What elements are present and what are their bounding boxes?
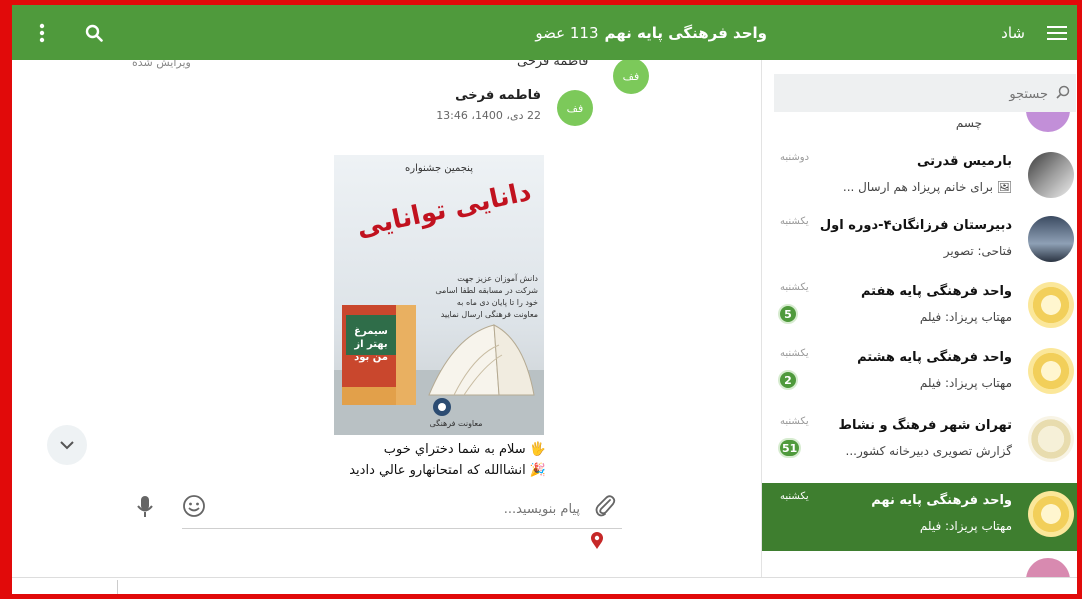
status-strip bbox=[12, 577, 1077, 595]
chat-list-sidebar: چسم بارمیس قدرتی 🖼 برای خانم پریزاد هم ا… bbox=[761, 60, 1078, 577]
message-caption: 🖐 سلام به شما دختراي خوب 🎉 انشاالله که ا… bbox=[349, 439, 546, 481]
scroll-down-button[interactable] bbox=[47, 425, 87, 465]
caption-line: 🖐 سلام به شما دختراي خوب bbox=[383, 442, 546, 457]
poster-image[interactable]: پنجمین جشنواره دانایی توانایی دانش آموزا… bbox=[334, 155, 544, 435]
kebab-menu-icon[interactable] bbox=[22, 5, 62, 60]
chat-day: یکشنبه bbox=[780, 348, 809, 359]
avatar bbox=[1028, 491, 1074, 537]
message-input[interactable] bbox=[218, 496, 582, 522]
chat-title: تهران شهر فرهنگ و نشاط bbox=[838, 418, 1012, 433]
message-timestamp: 22 دی، 1400، 13:46 bbox=[436, 109, 541, 122]
chat-list-item[interactable]: بارمیس قدرتی 🖼 برای خانم پریزاد هم ارسال… bbox=[762, 144, 1078, 208]
hamburger-menu-icon[interactable] bbox=[1037, 5, 1077, 60]
message-header: فاطمه فرخی 22 دی، 1400، 13:46 bbox=[436, 88, 541, 122]
chat-list-item-partial[interactable]: چسم bbox=[762, 112, 1078, 134]
smiley-icon[interactable] bbox=[182, 494, 206, 522]
group-name: واحد فرهنگی پایه نهم bbox=[604, 23, 767, 42]
chat-search-input[interactable] bbox=[796, 82, 1050, 106]
poster-book-title: سیمرغ بهتر از من بود bbox=[354, 326, 388, 363]
chat-title: واحد فرهنگی پایه نهم bbox=[871, 493, 1012, 508]
chat-title: دبیرستان فرزانگان۴-دوره اول bbox=[819, 218, 1012, 233]
chat-day: یکشنبه bbox=[780, 416, 809, 427]
poster-body: دانش آموزان عزیز جهت شرکت در مسابقه لطفا… bbox=[435, 274, 538, 319]
chat-day: دوشنبه bbox=[780, 152, 810, 163]
chat-list-item[interactable]: دبیرستان فرزانگان۴-دوره اول فتاحی: تصویر… bbox=[762, 208, 1078, 272]
chat-preview: فتاحی: تصویر bbox=[943, 244, 1012, 258]
divider bbox=[117, 580, 118, 594]
avatar bbox=[1026, 112, 1070, 132]
sender-name: فاطمه فرخی bbox=[455, 88, 541, 103]
chat-day: یکشنبه bbox=[780, 282, 809, 293]
previous-message: ویرایش شده فاطمه فرخی bbox=[12, 60, 761, 72]
unread-badge: 5 bbox=[778, 304, 798, 324]
app-name: شاد bbox=[1001, 23, 1025, 42]
group-header[interactable]: واحد فرهنگی پایه نهم 113 عضو bbox=[535, 5, 767, 60]
window-edge bbox=[0, 0, 12, 599]
unread-badge: 2 bbox=[778, 370, 798, 390]
chat-title: واحد فرهنگی پایه هفتم bbox=[860, 284, 1012, 299]
avatar bbox=[1026, 558, 1070, 577]
chat-list-item[interactable]: تهران شهر فرهنگ و نشاط گزارش تصویری دبیر… bbox=[762, 408, 1078, 472]
caption-line: 🎉 انشاالله که امتحانهارو عالي داديد bbox=[349, 463, 546, 478]
avatar bbox=[1028, 152, 1074, 198]
chat-list-item-active[interactable]: واحد فرهنگی پایه نهم مهتاب پریزاد: فیلم … bbox=[762, 483, 1078, 551]
chat-preview: چسم bbox=[955, 116, 982, 130]
microphone-icon[interactable] bbox=[137, 495, 153, 523]
search-icon[interactable] bbox=[74, 5, 114, 60]
chat-search[interactable] bbox=[774, 74, 1076, 112]
avatar bbox=[1028, 348, 1074, 394]
chat-title: واحد فرهنگی پایه هشتم bbox=[857, 350, 1012, 365]
previous-sender-avatar[interactable]: فف bbox=[613, 60, 649, 94]
search-icon bbox=[1056, 84, 1070, 103]
avatar bbox=[1028, 416, 1074, 462]
chevron-down-icon bbox=[60, 441, 74, 450]
top-bar: واحد فرهنگی پایه نهم 113 عضو شاد bbox=[12, 5, 1077, 60]
avatar bbox=[1028, 282, 1074, 328]
sender-avatar[interactable]: فف bbox=[557, 90, 593, 126]
chat-preview: مهتاب پریزاد: فیلم bbox=[919, 376, 1012, 390]
chat-preview: مهتاب پریزاد: فیلم bbox=[919, 519, 1012, 533]
chat-preview: مهتاب پریزاد: فیلم bbox=[919, 310, 1012, 324]
chat-preview: گزارش تصویری دبیرخانه کشور... bbox=[845, 444, 1012, 458]
chat-title: بارمیس قدرتی bbox=[916, 154, 1012, 169]
chat-pane[interactable]: ویرایش شده فاطمه فرخی فف فف فاطمه فرخی 2… bbox=[12, 60, 761, 577]
paperclip-icon[interactable] bbox=[594, 494, 616, 522]
avatar-initials: فف bbox=[566, 101, 584, 115]
edited-label: ویرایش شده bbox=[132, 60, 191, 69]
chat-day: یکشنبه bbox=[780, 216, 809, 227]
avatar bbox=[1028, 216, 1074, 262]
chat-list-item[interactable]: واحد فرهنگی پایه هشتم مهتاب پریزاد: فیلم… bbox=[762, 340, 1078, 404]
poster-footer: معاونت فرهنگی bbox=[429, 419, 483, 428]
poster-heading: پنجمین جشنواره bbox=[405, 163, 473, 174]
location-pin-icon[interactable] bbox=[590, 532, 604, 554]
avatar-initials: فف bbox=[622, 69, 640, 83]
chat-list-item-partial[interactable] bbox=[762, 554, 1078, 577]
chat-day: یکشنبه bbox=[780, 491, 809, 502]
previous-sender: فاطمه فرخی bbox=[517, 60, 589, 69]
message-composer[interactable] bbox=[182, 488, 622, 529]
member-count: 113 عضو bbox=[535, 23, 599, 42]
chat-list-item[interactable]: واحد فرهنگی پایه هفتم مهتاب پریزاد: فیلم… bbox=[762, 274, 1078, 338]
chat-preview: 🖼 برای خانم پریزاد هم ارسال ... bbox=[842, 180, 1012, 194]
unread-badge: 51 bbox=[778, 438, 802, 458]
